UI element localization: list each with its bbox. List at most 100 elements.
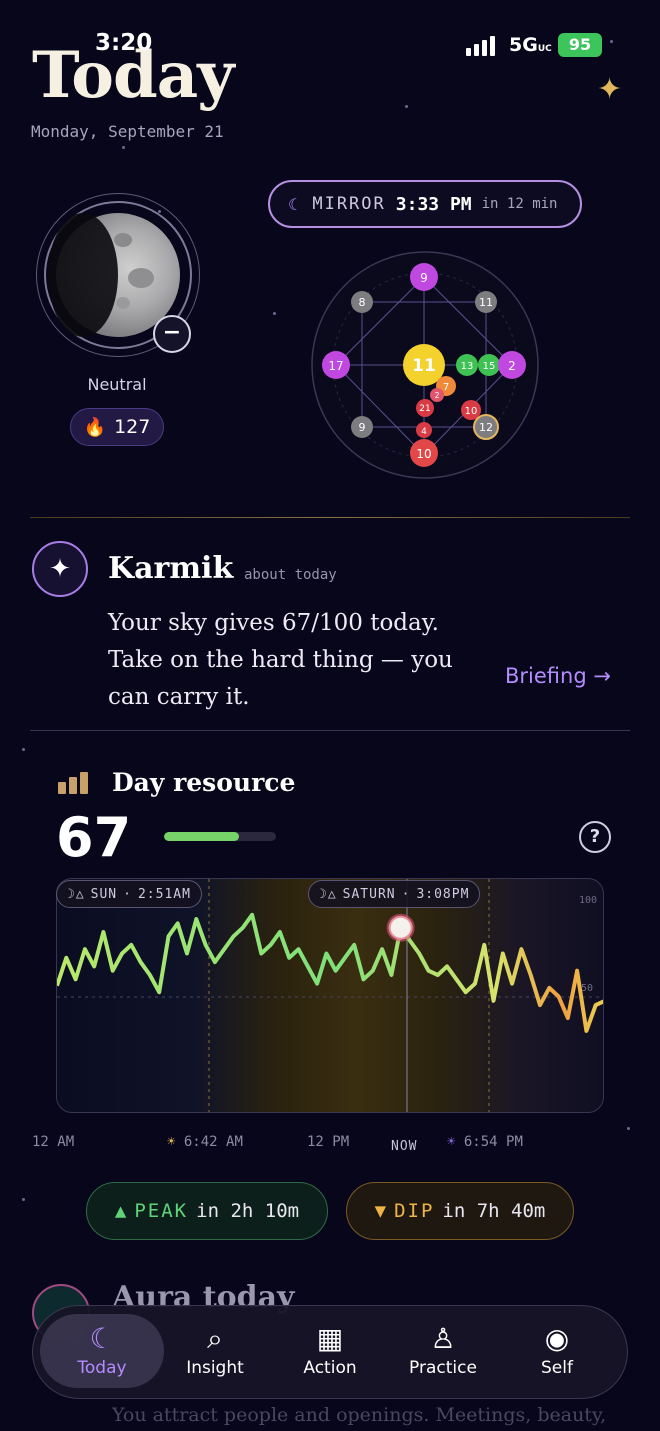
- network-label: 5GUC: [509, 34, 552, 56]
- streak-count: 127: [114, 416, 151, 438]
- star-dot: [22, 748, 25, 751]
- resource-bar-fill: [164, 832, 240, 841]
- sunrise-label: ☀ 6:42 AM: [167, 1134, 243, 1150]
- bars-icon: [58, 772, 88, 794]
- svg-text:8: 8: [359, 296, 366, 309]
- peak-pill[interactable]: ▲ PEAK in 2h 10m: [86, 1182, 328, 1240]
- dip-pill[interactable]: ▼ DIP in 7h 40m: [346, 1182, 574, 1240]
- numerology-node: 15: [478, 354, 500, 376]
- calendar-icon: ▦: [316, 1322, 344, 1355]
- star-dot: [627, 1127, 630, 1130]
- streak-badge[interactable]: 🔥 127: [70, 408, 164, 446]
- karmik-sparkle-icon[interactable]: ✦: [32, 541, 88, 597]
- briefing-label: Briefing: [505, 664, 587, 688]
- signal-icon: [466, 36, 495, 56]
- y-tick-label: 100: [579, 895, 597, 906]
- resource-graph-svg: 100 50: [57, 879, 603, 1112]
- flame-icon: 🔥: [83, 416, 107, 438]
- numerology-node: 21: [416, 399, 434, 417]
- svg-text:4: 4: [421, 427, 427, 437]
- svg-text:17: 17: [328, 359, 343, 373]
- page-date: Monday, September 21: [31, 122, 224, 141]
- dip-text: in 7h 40m: [442, 1200, 546, 1222]
- x-tick-label: 12 AM: [32, 1134, 75, 1150]
- tab-today[interactable]: ☾ Today: [40, 1314, 164, 1388]
- now-marker[interactable]: [386, 913, 415, 942]
- mirror-time: 3:33 PM: [395, 193, 472, 215]
- karmik-line: Your sky gives 67/100 today.: [108, 610, 439, 636]
- tab-label: Self: [541, 1358, 573, 1378]
- saturn-transit-tag[interactable]: ☽△ SATURN · 3:08PM: [308, 880, 481, 908]
- numerology-node: 2: [498, 351, 526, 379]
- karmik-message: Your sky gives 67/100 today. Take on the…: [108, 605, 498, 716]
- svg-text:9: 9: [420, 271, 428, 285]
- star-dot: [273, 312, 276, 315]
- svg-text:10: 10: [465, 406, 478, 417]
- tab-self[interactable]: ◉ Self: [503, 1314, 611, 1388]
- triangle-up-icon: ▲: [114, 1200, 127, 1222]
- numerology-node: 11: [475, 291, 497, 313]
- numerology-chart[interactable]: 9 8 11 17 11 13 15 2 7 2 21 10 9 4 12 10: [300, 245, 550, 485]
- tag-separator: ·: [401, 886, 411, 902]
- briefing-link[interactable]: Briefing →: [505, 664, 611, 688]
- section-divider: [30, 730, 630, 731]
- resource-bar: [164, 832, 276, 841]
- peak-label: PEAK: [134, 1200, 189, 1222]
- svg-text:12: 12: [479, 421, 493, 434]
- star-dot: [122, 146, 125, 149]
- svg-text:9: 9: [359, 421, 366, 434]
- triangle-down-icon: ▼: [374, 1200, 387, 1222]
- mirror-time-pill[interactable]: ☾ MIRROR 3:33 PM in 12 min: [268, 180, 582, 228]
- karmik-line: can carry it.: [108, 684, 250, 710]
- tag-label: SUN: [90, 886, 118, 902]
- mirror-relative: in 12 min: [481, 196, 558, 212]
- moon-minus-button[interactable]: −: [153, 315, 191, 353]
- transit-icon: ☽△: [319, 886, 337, 902]
- svg-text:13: 13: [461, 361, 474, 372]
- peak-text: in 2h 10m: [196, 1200, 300, 1222]
- resource-graph[interactable]: 100 50: [56, 878, 604, 1113]
- svg-text:11: 11: [479, 296, 493, 309]
- transit-icon: ☽△: [67, 886, 85, 902]
- tab-practice[interactable]: ♙ Practice: [389, 1314, 497, 1388]
- svg-text:2: 2: [434, 391, 439, 400]
- moon-phase-label: Neutral: [87, 375, 147, 394]
- numerology-node: 2: [430, 388, 444, 402]
- sunset-icon: ☀: [447, 1134, 456, 1150]
- tag-time: 3:08PM: [416, 886, 470, 902]
- star-dot: [610, 40, 613, 43]
- svg-text:21: 21: [419, 404, 430, 414]
- karmik-line: Take on the hard thing — you: [108, 647, 453, 673]
- svg-text:7: 7: [443, 382, 449, 393]
- star-dot: [405, 105, 408, 108]
- moon-shadow: [48, 213, 118, 337]
- profile-icon: ◉: [544, 1322, 570, 1355]
- now-label: NOW: [391, 1139, 418, 1154]
- tab-action[interactable]: ▦ Action: [276, 1314, 384, 1388]
- tab-label: Today: [77, 1358, 127, 1378]
- moon-sparkle-icon: ☾: [89, 1322, 115, 1355]
- star-dot: [22, 1198, 25, 1201]
- tab-insight[interactable]: ⌕ Insight: [161, 1314, 269, 1388]
- numerology-node: 9: [410, 263, 438, 291]
- series-line: [57, 912, 603, 1033]
- karmik-about: about today: [244, 567, 337, 583]
- sun-transit-tag[interactable]: ☽△ SUN · 2:51AM: [56, 880, 202, 908]
- tab-label: Practice: [409, 1358, 477, 1378]
- numerology-node: 13: [456, 354, 478, 376]
- svg-text:15: 15: [483, 361, 496, 372]
- magnifier-icon: ⌕: [207, 1322, 223, 1355]
- mirror-label: MIRROR: [312, 194, 386, 214]
- sparkle-icon[interactable]: ✦: [597, 72, 622, 107]
- numerology-node: 8: [351, 291, 373, 313]
- aura-subtitle: You attract people and openings. Meeting…: [112, 1404, 607, 1426]
- tab-label: Action: [303, 1358, 357, 1378]
- help-button[interactable]: ?: [579, 821, 611, 853]
- status-time: 3:20: [95, 30, 153, 56]
- tag-time: 2:51AM: [137, 886, 191, 902]
- y-tick-label: 50: [581, 983, 593, 994]
- svg-text:11: 11: [412, 356, 436, 376]
- tab-label: Insight: [186, 1358, 244, 1378]
- karmik-name: Karmik: [108, 551, 234, 586]
- meditation-icon: ♙: [430, 1322, 456, 1355]
